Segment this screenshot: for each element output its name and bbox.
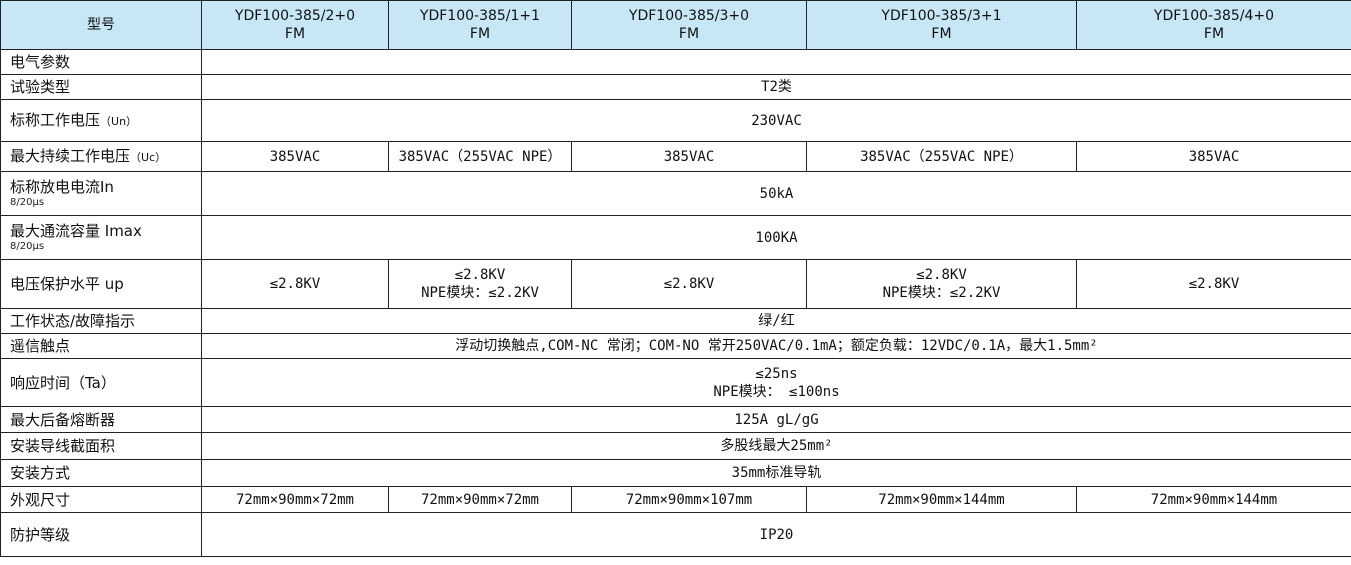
table-row: 试验类型 T2类: [0, 74, 1351, 100]
model-column-header: YDF100-385/4+0 FM: [1076, 0, 1351, 50]
row-value: 50kA: [201, 171, 1351, 216]
row-value: 72mm×90mm×72mm: [201, 486, 389, 513]
row-label: 防护等级: [0, 512, 202, 557]
row-value: ≤2.8KV: [201, 259, 389, 309]
row-value: 72mm×90mm×72mm: [388, 486, 572, 513]
row-value: 35mm标准导轨: [201, 459, 1351, 487]
model-column-header: YDF100-385/3+1 FM: [806, 0, 1077, 50]
header-row: 型号 YDF100-385/2+0 FM YDF100-385/1+1 FM YDF…: [0, 0, 1351, 50]
table-row: 标称放电电流In 8/20μs 50kA: [0, 171, 1351, 216]
row-value: 385VAC（255VAC NPE）: [806, 141, 1077, 172]
table-row: 最大后备熔断器 125A gL/gG: [0, 406, 1351, 433]
model-column-header: YDF100-385/2+0 FM: [201, 0, 389, 50]
row-value: 72mm×90mm×144mm: [1076, 486, 1351, 513]
row-label: 电压保护水平 up: [0, 259, 202, 309]
row-label: 试验类型: [0, 74, 202, 100]
model-column-header: YDF100-385/1+1 FM: [388, 0, 572, 50]
table-row: 外观尺寸 72mm×90mm×72mm 72mm×90mm×72mm 72mm×…: [0, 486, 1351, 513]
row-value: 72mm×90mm×107mm: [571, 486, 807, 513]
table-row: 防护等级 IP20: [0, 512, 1351, 557]
row-value: 385VAC: [1076, 141, 1351, 172]
row-label: 最大持续工作电压（Uc）: [0, 141, 202, 172]
empty-cell: [201, 49, 1351, 75]
table-row: 最大通流容量 Imax 8/20μs 100KA: [0, 215, 1351, 260]
row-label: 标称放电电流In 8/20μs: [0, 171, 202, 216]
row-value: 125A gL/gG: [201, 406, 1351, 433]
row-label: 最大后备熔断器: [0, 406, 202, 433]
row-value: 100KA: [201, 215, 1351, 260]
table-row: 响应时间（Ta） ≤25ns NPE模块： ≤100ns: [0, 358, 1351, 407]
table-row: 遥信触点 浮动切换触点,COM-NC 常闭；COM-NO 常开250VAC/0.…: [0, 333, 1351, 359]
row-value: 浮动切换触点,COM-NC 常闭；COM-NO 常开250VAC/0.1mA；额…: [201, 333, 1351, 359]
row-value: 385VAC: [201, 141, 389, 172]
table-row: 最大持续工作电压（Uc） 385VAC 385VAC（255VAC NPE） 3…: [0, 141, 1351, 172]
spec-table: 型号 YDF100-385/2+0 FM YDF100-385/1+1 FM YDF…: [0, 0, 1351, 557]
table-row: 电压保护水平 up ≤2.8KV ≤2.8KV NPE模块：≤2.2KV ≤2.8…: [0, 259, 1351, 309]
table-row: 电气参数: [0, 49, 1351, 75]
model-column-header: YDF100-385/3+0 FM: [571, 0, 807, 50]
row-label: 标称工作电压（Un）: [0, 99, 202, 142]
row-value: 多股线最大25mm²: [201, 432, 1351, 460]
row-label: 安装方式: [0, 459, 202, 487]
row-value: 385VAC: [571, 141, 807, 172]
row-value: 230VAC: [201, 99, 1351, 142]
model-header-label: 型号: [0, 0, 202, 50]
row-label: 电气参数: [0, 49, 202, 75]
row-value: 72mm×90mm×144mm: [806, 486, 1077, 513]
table-row: 标称工作电压（Un） 230VAC: [0, 99, 1351, 142]
row-value: ≤2.8KV NPE模块：≤2.2KV: [388, 259, 572, 309]
row-value: T2类: [201, 74, 1351, 100]
row-label: 最大通流容量 Imax 8/20μs: [0, 215, 202, 260]
row-value: ≤25ns NPE模块： ≤100ns: [201, 358, 1351, 407]
row-value: ≤2.8KV: [1076, 259, 1351, 309]
row-value: ≤2.8KV NPE模块：≤2.2KV: [806, 259, 1077, 309]
row-label: 工作状态/故障指示: [0, 308, 202, 334]
row-label: 遥信触点: [0, 333, 202, 359]
row-value: 绿/红: [201, 308, 1351, 334]
row-value: 385VAC（255VAC NPE）: [388, 141, 572, 172]
row-value: ≤2.8KV: [571, 259, 807, 309]
row-value: IP20: [201, 512, 1351, 557]
row-label: 响应时间（Ta）: [0, 358, 202, 407]
table-row: 安装方式 35mm标准导轨: [0, 459, 1351, 487]
row-label: 外观尺寸: [0, 486, 202, 513]
row-label: 安装导线截面积: [0, 432, 202, 460]
table-row: 工作状态/故障指示 绿/红: [0, 308, 1351, 334]
table-row: 安装导线截面积 多股线最大25mm²: [0, 432, 1351, 460]
